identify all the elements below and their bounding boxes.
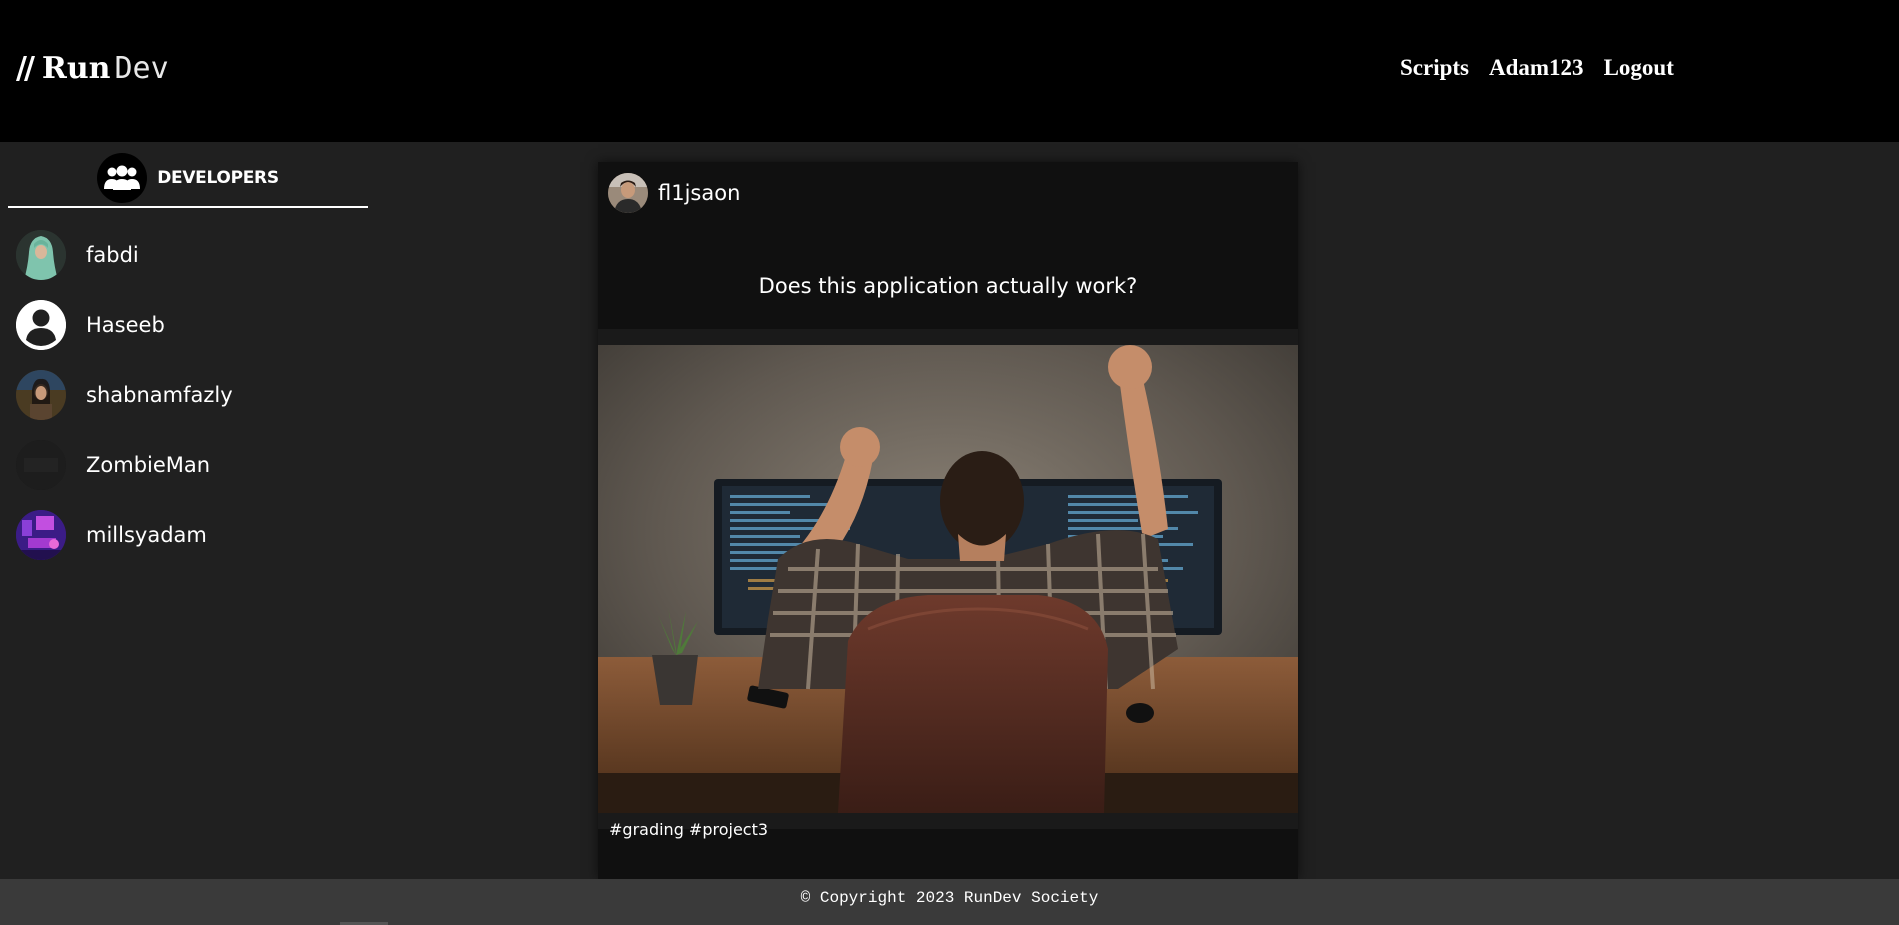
avatar xyxy=(16,440,66,490)
logo-run: Run xyxy=(41,50,111,86)
author-avatar xyxy=(608,173,648,213)
developer-name: ZombieMan xyxy=(86,453,211,477)
developer-item[interactable]: shabnamfazly xyxy=(0,360,380,430)
group-icon xyxy=(97,153,148,203)
nav-user-link[interactable]: Adam123 xyxy=(1489,55,1584,81)
post-image xyxy=(598,329,1298,829)
developer-name: Haseeb xyxy=(86,313,165,337)
developers-list: fabdi Haseeb shabnamfazly ZombieMan mill… xyxy=(0,220,380,570)
post-author[interactable]: fl1jsaon xyxy=(608,172,740,214)
developer-item[interactable]: millsyadam xyxy=(0,500,380,570)
developers-header-label: DEVELOPERS xyxy=(157,168,279,188)
nav-scripts-link[interactable]: Scripts xyxy=(1400,55,1469,81)
developers-header: DEVELOPERS xyxy=(8,150,368,208)
post-tags: #grading #project3 xyxy=(609,820,769,839)
developer-item[interactable]: ZombieMan xyxy=(0,430,380,500)
avatar xyxy=(16,230,66,280)
developer-name: fabdi xyxy=(86,243,139,267)
nav-logout-link[interactable]: Logout xyxy=(1604,55,1674,81)
rundev-logo[interactable]: // Run Dev xyxy=(16,48,169,88)
avatar xyxy=(16,370,66,420)
logo-slashes: // xyxy=(16,50,35,86)
avatar xyxy=(16,510,66,560)
top-header: // Run Dev Scripts Adam123 Logout xyxy=(0,0,1899,142)
post-card: fl1jsaon Does this application actually … xyxy=(598,162,1298,879)
copyright-text: © Copyright 2023 RunDev Society xyxy=(800,889,1099,907)
default-user-icon xyxy=(16,300,66,350)
developer-name: millsyadam xyxy=(86,523,207,547)
top-nav: Scripts Adam123 Logout xyxy=(1400,52,1674,84)
developer-name: shabnamfazly xyxy=(86,383,233,407)
post-author-name: fl1jsaon xyxy=(658,181,741,205)
developer-item[interactable]: fabdi xyxy=(0,220,380,290)
developer-item[interactable]: Haseeb xyxy=(0,290,380,360)
developer-celebrating-photo xyxy=(598,329,1298,829)
logo-dev: Dev xyxy=(114,50,169,86)
footer: © Copyright 2023 RunDev Society xyxy=(0,879,1899,925)
post-title: Does this application actually work? xyxy=(758,274,1138,298)
